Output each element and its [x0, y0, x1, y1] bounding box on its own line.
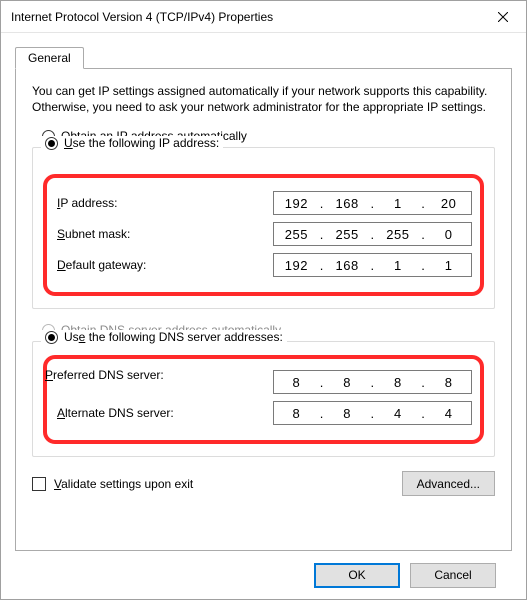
dns-group: Usee the following DNS server addresses:… [32, 341, 495, 457]
radio-icon [45, 331, 58, 344]
tabstrip-line [15, 68, 512, 69]
close-button[interactable] [480, 1, 526, 33]
dns-manual-radio-row[interactable]: Usee the following DNS server addresses:… [41, 330, 287, 344]
dns-manual-label: Usee the following DNS server addresses:… [64, 330, 283, 344]
preferred-dns-label: Preferred DNS server: [43, 368, 261, 382]
ip-address-input[interactable]: 192. 168. 1. 20 [273, 191, 472, 215]
preferred-dns-input[interactable]: 8. 8. 8. 8 [273, 370, 472, 394]
validate-label: Validate settings upon exit [54, 477, 193, 491]
radio-icon [45, 137, 58, 150]
alternate-dns-label: Alternate DNS server: [55, 406, 273, 420]
default-gateway-row: Default gateway: 192. 168. 1. 1 [55, 253, 472, 277]
tabstrip: General [15, 45, 512, 69]
alternate-dns-row: Alternate DNS server: 8. 8. 4. 4 [55, 401, 472, 425]
cancel-button[interactable]: Cancel [410, 563, 496, 588]
exit-row: Validate settings upon exit Advanced... [32, 471, 495, 496]
ok-button[interactable]: OK [314, 563, 400, 588]
ip-fields-highlight: IP address: 192. 168. 1. 20 Subnet mask:… [43, 174, 484, 296]
ip-manual-radio-row[interactable]: Use the following IP address: [41, 136, 223, 150]
advanced-button[interactable]: Advanced... [402, 471, 495, 496]
validate-checkbox[interactable] [32, 477, 46, 491]
subnet-mask-row: Subnet mask: 255. 255. 255. 0 [55, 222, 472, 246]
ip-address-row: IP address: 192. 168. 1. 20 [55, 191, 472, 215]
intro-text: You can get IP settings assigned automat… [32, 83, 495, 115]
default-gateway-input[interactable]: 192. 168. 1. 1 [273, 253, 472, 277]
default-gateway-label: Default gateway: [55, 258, 273, 272]
dialog-window: Internet Protocol Version 4 (TCP/IPv4) P… [0, 0, 527, 600]
titlebar: Internet Protocol Version 4 (TCP/IPv4) P… [1, 1, 526, 33]
alternate-dns-input[interactable]: 8. 8. 4. 4 [273, 401, 472, 425]
tab-general[interactable]: General [15, 47, 84, 69]
ip-group: Use the following IP address: IP address… [32, 147, 495, 309]
close-icon [498, 12, 508, 22]
dialog-footer: OK Cancel [15, 551, 512, 599]
client-area: General You can get IP settings assigned… [1, 33, 526, 599]
subnet-mask-label: Subnet mask: [55, 227, 273, 241]
subnet-mask-input[interactable]: 255. 255. 255. 0 [273, 222, 472, 246]
ip-manual-label: Use the following IP address: [64, 136, 219, 150]
tabpage-general: You can get IP settings assigned automat… [15, 69, 512, 551]
window-title: Internet Protocol Version 4 (TCP/IPv4) P… [11, 10, 480, 24]
ip-address-label: IP address: [55, 196, 273, 210]
